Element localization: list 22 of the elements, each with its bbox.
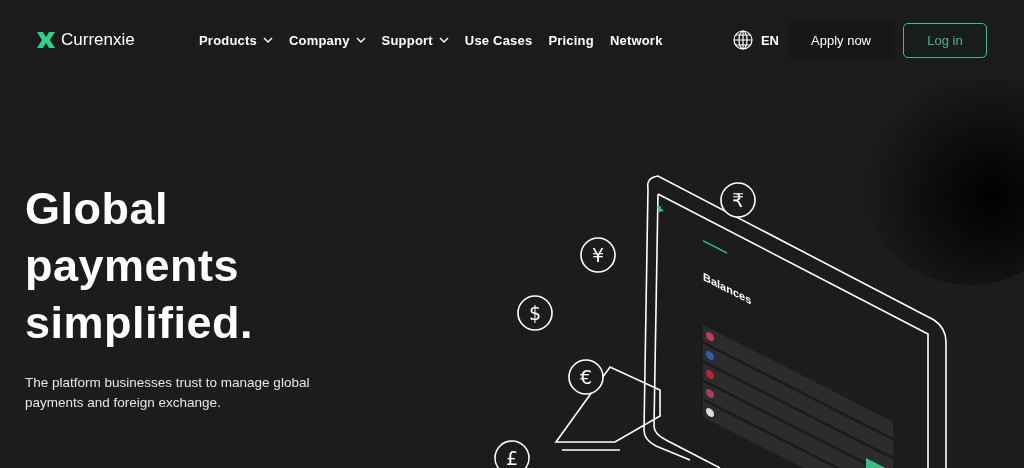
nav-link[interactable]: Network <box>609 32 663 48</box>
globe-icon[interactable] <box>732 30 753 50</box>
apply-now-button[interactable]: Apply now <box>789 22 893 58</box>
currency-coin-icon: ₹ <box>720 182 756 218</box>
nav-link[interactable]: Use Cases <box>464 32 533 48</box>
logo-icon <box>37 32 55 48</box>
hero-subtitle: The platform businesses trust to manage global payments and foreign exchange. <box>25 374 311 412</box>
currency-coin-icon: € <box>568 359 604 395</box>
chevron-down-icon <box>262 37 273 43</box>
currency-coin-icon: $ <box>517 295 553 331</box>
brand-name: Currenxie <box>61 30 135 50</box>
nav-link[interactable]: Products <box>199 32 273 48</box>
hero-headline: Global payments simplified. <box>25 182 255 350</box>
currency-coin-icon: ¥ <box>580 237 616 273</box>
chevron-down-icon <box>438 37 449 43</box>
chevron-down-icon <box>355 37 366 43</box>
currency-coin-icon: £ <box>494 440 530 468</box>
language-label[interactable]: EN <box>760 32 779 48</box>
nav-link[interactable]: Pricing <box>548 32 594 48</box>
login-button[interactable]: Log in <box>903 22 987 58</box>
nav-link[interactable]: Company <box>288 32 366 48</box>
nav-link[interactable]: Support <box>381 32 449 48</box>
